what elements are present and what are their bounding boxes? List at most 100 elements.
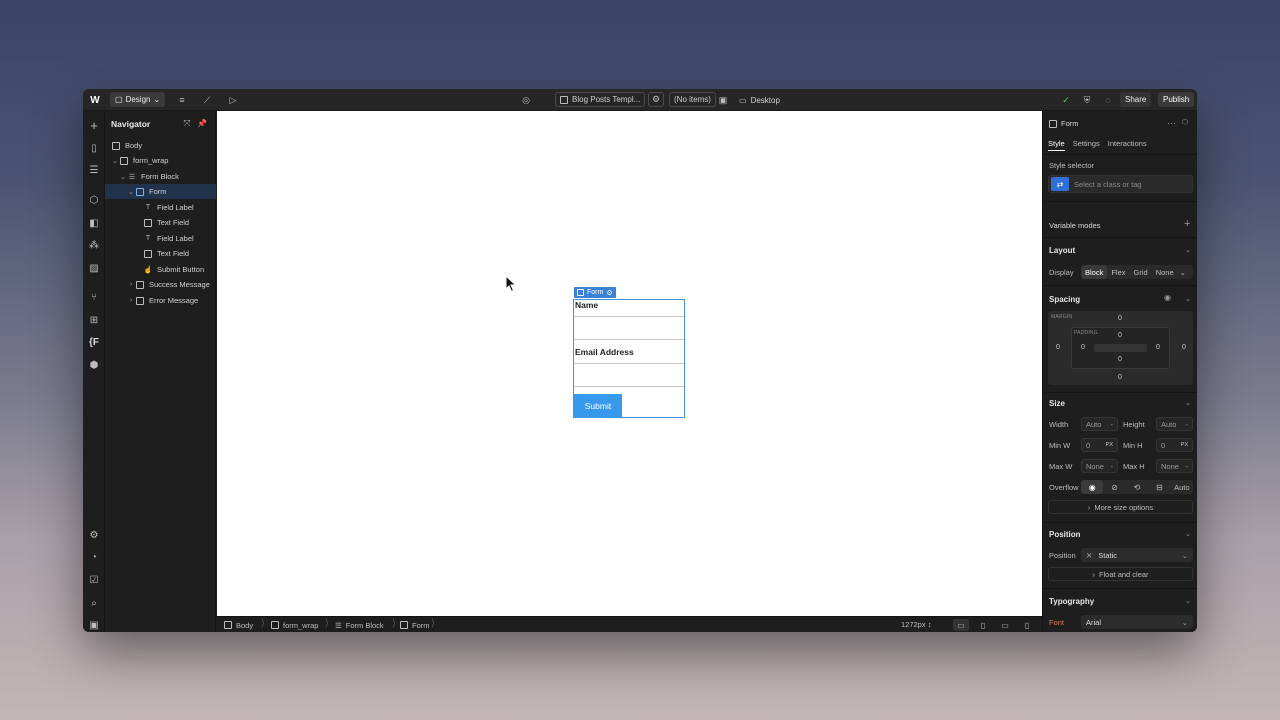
checklist-icon[interactable]: ☑ — [86, 572, 102, 588]
float-and-clear-button[interactable]: › Float and clear — [1048, 567, 1193, 581]
width-input[interactable]: Auto - — [1081, 417, 1118, 431]
position-select[interactable]: ✕ Static ⌄ — [1081, 548, 1193, 562]
breadcrumb-form-wrap[interactable]: form_wrap — [271, 619, 318, 631]
name-field-label[interactable]: Name — [575, 300, 598, 310]
tree-item-text-field[interactable]: Text Field — [105, 246, 216, 261]
tree-item-field-label[interactable]: T Field Label — [105, 200, 216, 215]
chevron-down-icon[interactable]: ⌄ — [1185, 399, 1191, 407]
assets-icon[interactable]: ▨ — [86, 260, 102, 276]
chevron-down-icon[interactable]: ⌄ — [1185, 530, 1191, 538]
spacing-section-title[interactable]: Spacing — [1049, 295, 1080, 304]
display-flex-option[interactable]: Flex — [1107, 265, 1129, 279]
padding-top-value[interactable]: 0 — [1118, 332, 1122, 339]
pin-icon[interactable]: 📌 — [197, 118, 207, 128]
publish-button[interactable]: Publish — [1158, 92, 1195, 107]
name-text-field[interactable] — [574, 316, 684, 340]
overflow-visible-eye-icon[interactable]: ◉ — [1081, 480, 1104, 494]
pages-icon[interactable]: ▯ — [86, 140, 102, 156]
add-variable-mode-icon[interactable]: + — [1184, 218, 1190, 230]
tree-item-body[interactable]: Body — [105, 138, 216, 153]
overflow-hidden-eye-off-icon[interactable]: ⊘ — [1103, 480, 1125, 494]
add-element-icon[interactable]: + — [86, 117, 102, 133]
layout-section-title[interactable]: Layout — [1049, 246, 1075, 255]
component-icon[interactable]: ⬡ — [1182, 118, 1188, 126]
padding-bottom-value[interactable]: 0 — [1118, 356, 1122, 363]
submit-button[interactable]: Submit — [574, 394, 622, 418]
apps-icon[interactable]: ⊞ — [86, 312, 102, 328]
form-element[interactable]: Name Email Address Submit — [573, 299, 685, 418]
tree-item-error-message[interactable]: › Error Message — [105, 293, 216, 308]
analytics-icon[interactable]: ⟋ — [199, 92, 215, 108]
breadcrumb-form-block[interactable]: ☰ Form Block — [335, 619, 384, 631]
close-x-icon[interactable]: ✕ — [1086, 551, 1092, 560]
chevron-down-icon[interactable]: ⌄ — [1185, 597, 1191, 605]
tree-item-form-wrap[interactable]: ⌄ form_wrap — [105, 153, 216, 168]
cms-database-icon[interactable]: ≡ — [174, 92, 190, 108]
page-settings-gear-icon[interactable]: ⚙ — [648, 92, 664, 107]
chevron-down-icon[interactable]: ⌄ — [1185, 246, 1191, 254]
canvas-width-readout[interactable]: 1272px ↕ — [901, 620, 931, 629]
display-block-option[interactable]: Block — [1081, 265, 1108, 279]
comments-icon[interactable]: ◌ — [1100, 92, 1116, 108]
design-canvas[interactable]: Form ⚙ Name Email Address Submit — [217, 111, 1042, 616]
tree-item-form[interactable]: ⌄ Form — [105, 184, 216, 199]
page-selector[interactable]: Blog Posts Templ... — [555, 92, 646, 107]
position-section-title[interactable]: Position — [1049, 530, 1081, 539]
breakpoint-indicator[interactable]: ▭ Desktop — [739, 92, 780, 108]
breadcrumb-form[interactable]: Form — [400, 619, 430, 631]
email-field-label[interactable]: Email Address — [575, 347, 634, 357]
max-height-input[interactable]: None - — [1156, 459, 1193, 473]
navigator-icon[interactable]: ☰ — [86, 162, 102, 178]
class-selector-icon[interactable]: ⇄ — [1051, 177, 1069, 191]
tab-style[interactable]: Style — [1048, 139, 1065, 151]
margin-left-value[interactable]: 0 — [1056, 344, 1060, 351]
gear-icon[interactable]: ⚙ — [606, 289, 612, 297]
min-width-unit[interactable]: PX — [1106, 442, 1113, 448]
search-icon[interactable]: ⌕ — [86, 595, 102, 611]
font-select[interactable]: Arial ⌄ — [1081, 615, 1193, 629]
display-none-option[interactable]: None — [1152, 265, 1178, 279]
style-guide-icon[interactable]: ◧ — [86, 215, 102, 231]
padding-right-value[interactable]: 0 — [1156, 344, 1160, 351]
globe-icon[interactable]: ◎ — [518, 92, 534, 108]
desktop-breakpoint-icon[interactable]: ▭ — [953, 619, 969, 631]
overflow-scroll-icon[interactable]: ⟲ — [1126, 480, 1148, 494]
user-lock-icon[interactable]: ⛨ — [1079, 92, 1095, 108]
logic-flow-icon[interactable]: ⑂ — [86, 289, 102, 305]
tree-item-submit-button[interactable]: ☝ Submit Button — [105, 262, 216, 277]
tree-item-field-label[interactable]: T Field Label — [105, 231, 216, 246]
mobile-portrait-icon[interactable]: ▯ — [1019, 619, 1035, 631]
chevron-right-icon[interactable]: › — [127, 297, 135, 304]
chevron-down-icon[interactable]: ⌄ — [111, 157, 119, 165]
selected-element-tag[interactable]: Form ⚙ — [574, 287, 616, 298]
components-icon[interactable]: ⬡ — [86, 192, 102, 208]
collapse-all-icon[interactable]: ⤧ — [182, 118, 192, 128]
share-button[interactable]: Share — [1120, 92, 1152, 107]
chevron-down-icon[interactable]: ⌄ — [1178, 265, 1188, 279]
settings-gear-icon[interactable]: ⚙ — [86, 527, 102, 543]
tab-settings[interactable]: Settings — [1073, 139, 1100, 151]
height-input[interactable]: Auto - — [1156, 417, 1193, 431]
collection-list-icon[interactable]: ▣ — [715, 92, 731, 108]
padding-left-value[interactable]: 0 — [1081, 344, 1085, 351]
min-width-input[interactable]: 0 PX — [1081, 438, 1118, 452]
more-size-options-button[interactable]: › More size options — [1048, 500, 1193, 514]
cms-fields-icon[interactable]: {F — [86, 334, 102, 350]
more-options-icon[interactable]: ⋯ — [1167, 118, 1176, 129]
collection-items-selector[interactable]: (No items) — [669, 92, 716, 107]
overflow-auto-option[interactable]: Auto — [1171, 480, 1193, 494]
tab-interactions[interactable]: Interactions — [1108, 139, 1147, 151]
chevron-down-icon[interactable]: ⌄ — [119, 173, 127, 181]
spacing-preview-icon[interactable]: ◉ — [1164, 293, 1171, 302]
min-height-unit[interactable]: PX — [1181, 442, 1188, 448]
preview-play-icon[interactable]: ▷ — [225, 92, 241, 108]
margin-right-value[interactable]: 0 — [1182, 344, 1186, 351]
typography-section-title[interactable]: Typography — [1049, 597, 1094, 606]
chevron-down-icon[interactable]: ⌄ — [1185, 295, 1191, 303]
display-grid-option[interactable]: Grid — [1130, 265, 1152, 279]
breadcrumb-body[interactable]: Body — [224, 619, 253, 631]
size-section-title[interactable]: Size — [1049, 399, 1065, 408]
mobile-landscape-icon[interactable]: ▭ — [997, 619, 1013, 631]
packages-box-icon[interactable]: ⬢ — [86, 357, 102, 373]
chevron-down-icon[interactable]: ⌄ — [127, 188, 135, 196]
